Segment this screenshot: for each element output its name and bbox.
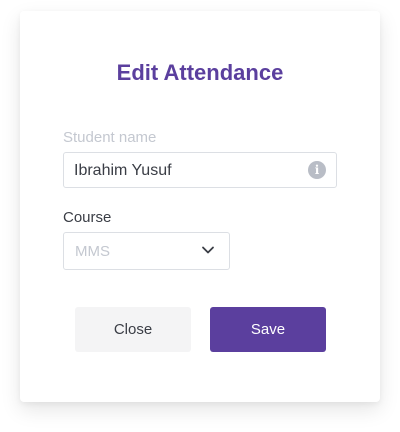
student-name-value: Ibrahim Yusuf — [74, 162, 172, 179]
course-label: Course — [63, 209, 112, 226]
student-name-input[interactable]: Ibrahim Yusuf i — [63, 152, 337, 188]
close-button[interactable]: Close — [75, 307, 191, 352]
course-select[interactable]: MMS — [63, 232, 230, 270]
save-button[interactable]: Save — [210, 307, 326, 352]
info-icon[interactable]: i — [308, 161, 326, 179]
student-name-label: Student name — [63, 129, 157, 146]
chevron-down-icon — [202, 246, 214, 254]
edit-attendance-dialog: Edit Attendance Student name Ibrahim Yus… — [20, 11, 380, 402]
course-selected-value: MMS — [75, 243, 110, 260]
dialog-title: Edit Attendance — [116, 60, 284, 85]
